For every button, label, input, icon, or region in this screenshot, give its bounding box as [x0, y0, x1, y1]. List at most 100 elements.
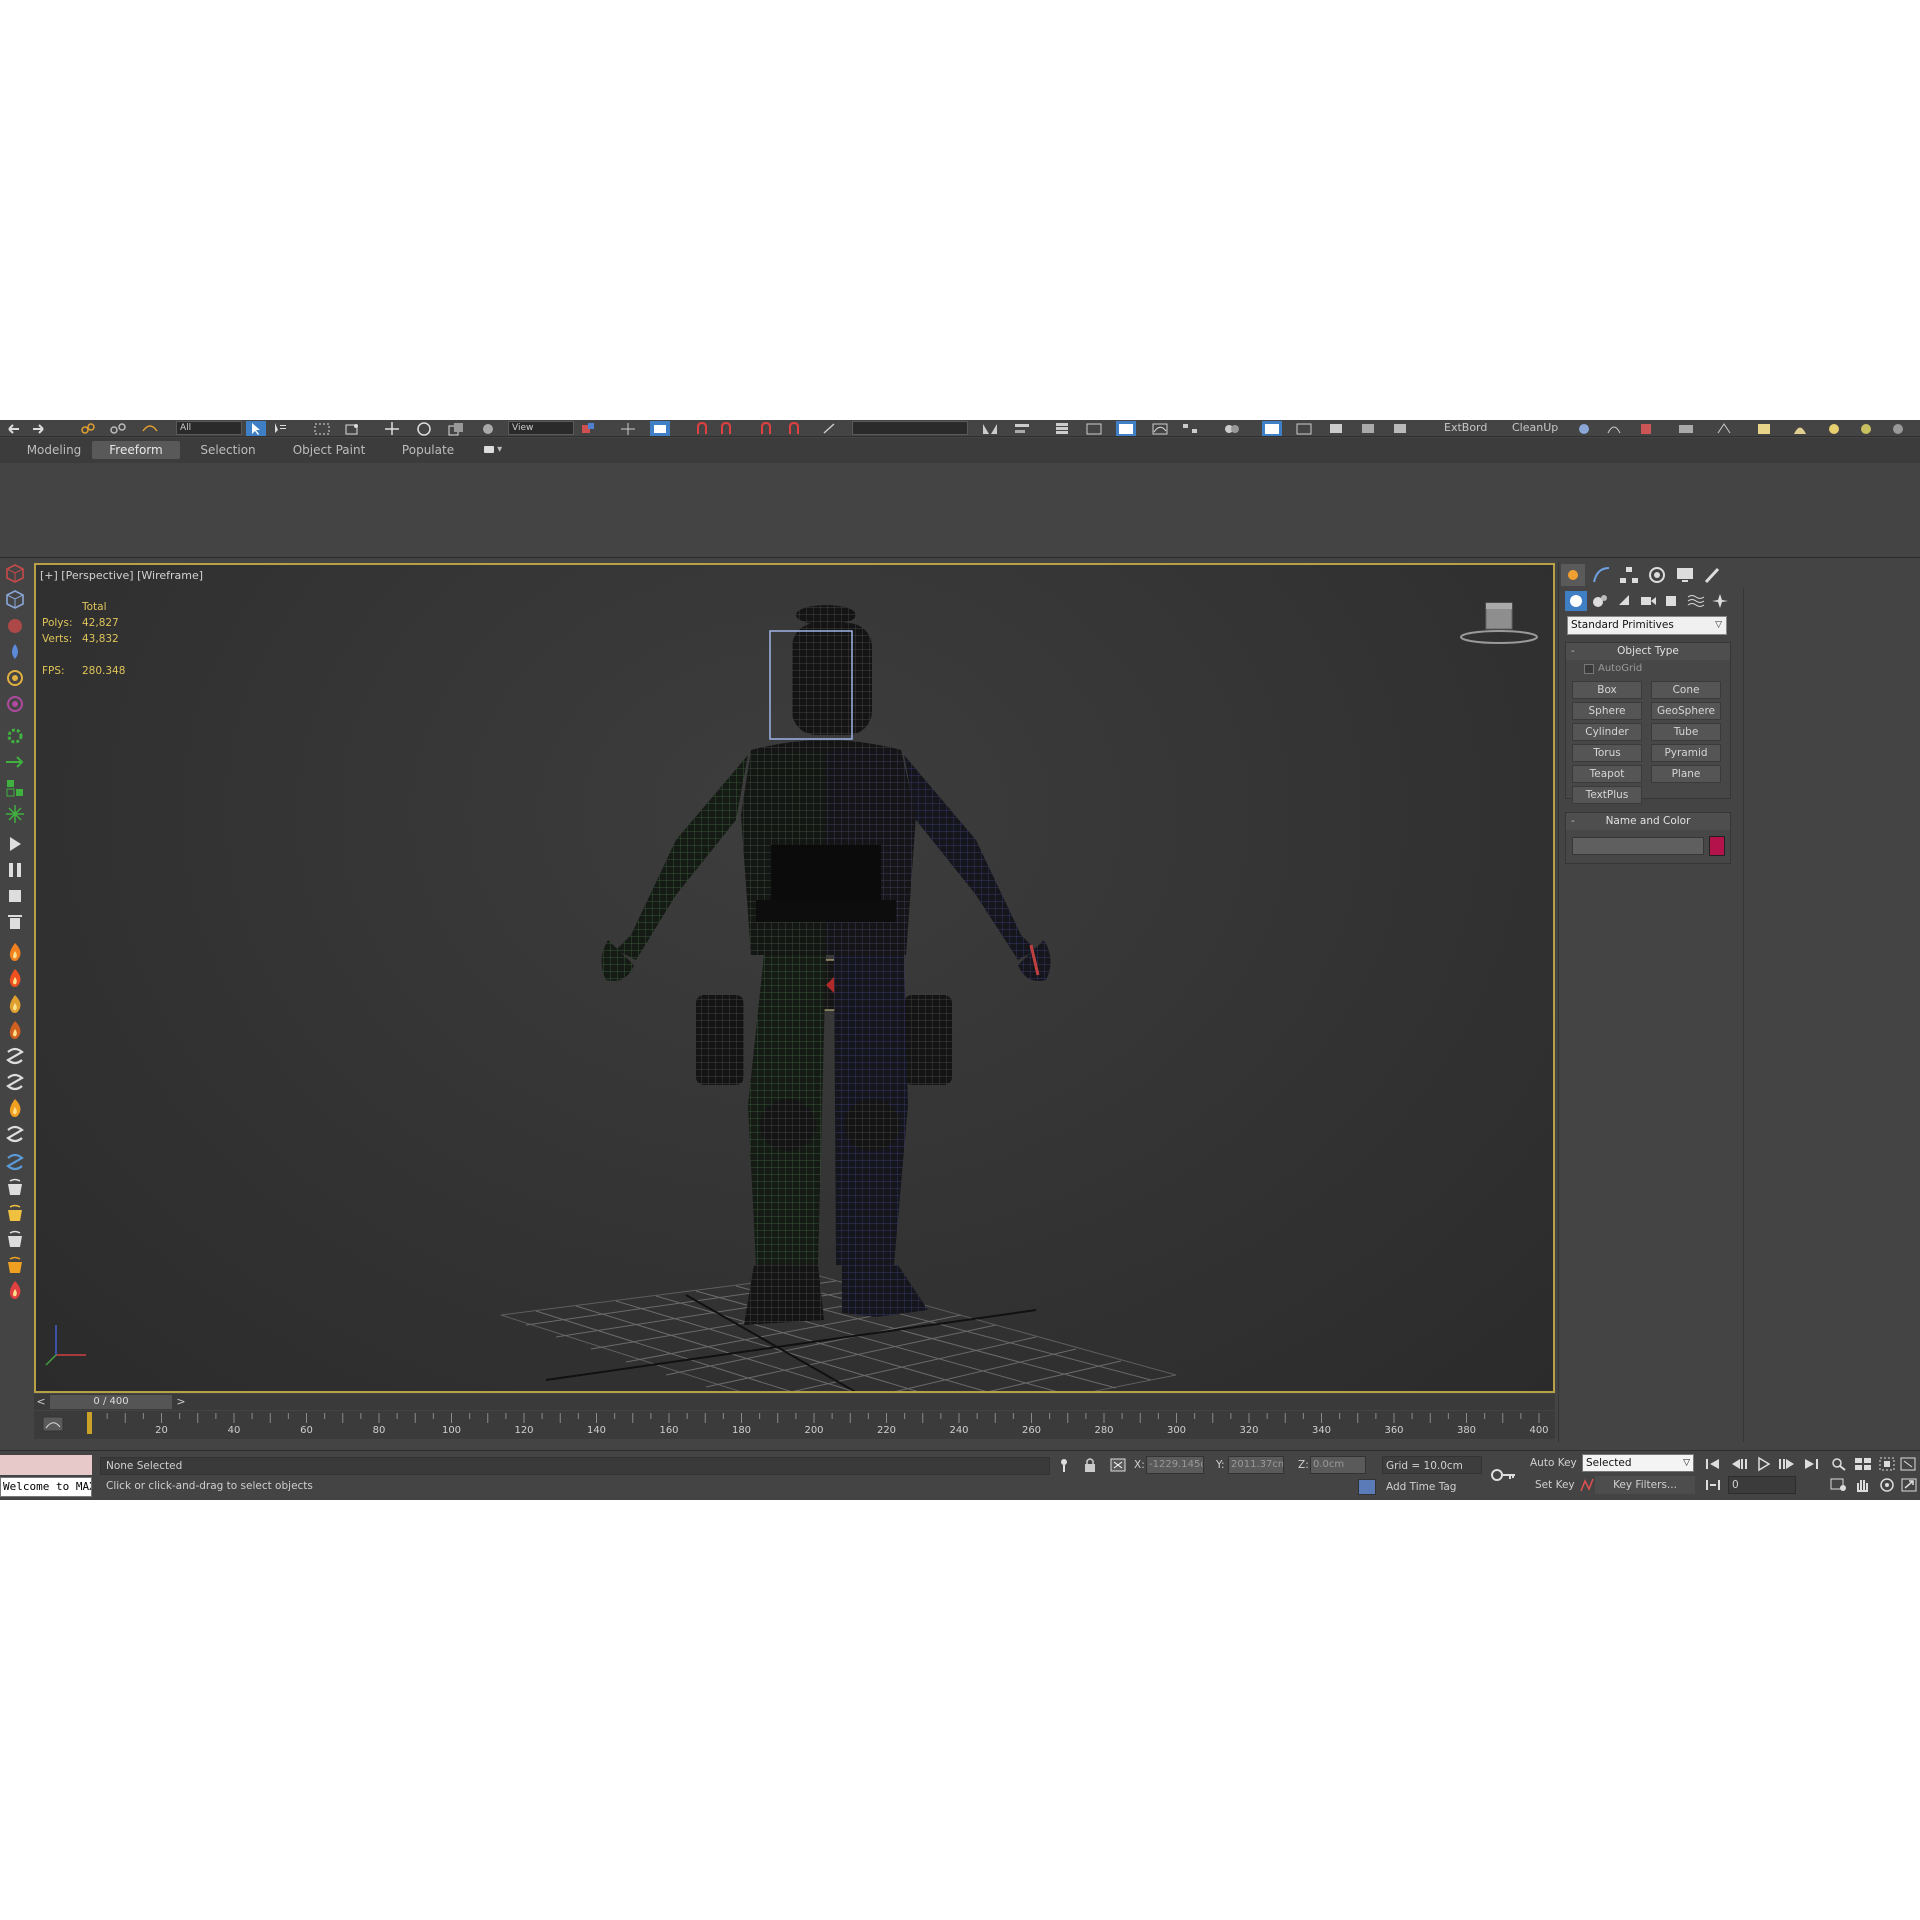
toggle-ribbon-icon[interactable] — [1116, 421, 1136, 436]
auto-key-button[interactable]: Auto Key — [1530, 1457, 1577, 1469]
previous-frame-icon[interactable] — [1728, 1455, 1750, 1473]
isolate-selection-icon[interactable] — [1054, 1456, 1074, 1474]
box-button[interactable]: Box — [1572, 681, 1642, 699]
tube-button[interactable]: Tube — [1651, 723, 1721, 741]
selection-filter-dropdown[interactable]: All — [176, 421, 242, 435]
angle-snap-icon[interactable] — [718, 421, 738, 436]
next-frame-icon[interactable] — [1776, 1455, 1798, 1473]
object-name-field[interactable] — [1572, 837, 1704, 855]
display-tab-icon[interactable] — [1673, 564, 1697, 586]
shapes-icon[interactable] — [1589, 591, 1611, 611]
name-and-color-rollout-header[interactable]: - Name and Color — [1566, 813, 1730, 830]
left-toolbar-flame-icon[interactable] — [3, 966, 27, 990]
viewcube-icon[interactable] — [1459, 599, 1539, 649]
key-filters-button[interactable]: Key Filters... — [1595, 1476, 1695, 1494]
keyboard-shortcut-override-icon[interactable] — [650, 421, 670, 436]
object-category-dropdown[interactable]: Standard Primitives ▽ — [1567, 616, 1727, 635]
rendered-frame-window-icon[interactable] — [1294, 421, 1314, 436]
script-tool-7-icon[interactable] — [1790, 421, 1810, 436]
torus-button[interactable]: Torus — [1572, 744, 1642, 762]
pivot-center-icon[interactable] — [578, 421, 598, 436]
left-toolbar-arrow-icon[interactable] — [3, 750, 27, 774]
render-production-icon[interactable] — [1326, 421, 1346, 436]
left-toolbar-flame-icon[interactable] — [3, 940, 27, 964]
pan-view-icon[interactable] — [1852, 1476, 1874, 1494]
left-toolbar-swirl-icon[interactable] — [3, 1044, 27, 1068]
cone-button[interactable]: Cone — [1651, 681, 1721, 699]
align-icon[interactable] — [1012, 421, 1032, 436]
go-to-end-icon[interactable] — [1800, 1455, 1822, 1473]
reference-coord-dropdown[interactable]: View — [508, 421, 574, 435]
left-toolbar-ring-icon[interactable] — [3, 692, 27, 716]
rectangular-selection-icon[interactable] — [312, 421, 332, 436]
cylinder-button[interactable]: Cylinder — [1572, 723, 1642, 741]
teapot-button[interactable]: Teapot — [1572, 765, 1642, 783]
object-color-swatch[interactable] — [1709, 836, 1725, 856]
left-toolbar-stop-icon[interactable] — [3, 884, 27, 908]
left-toolbar-star-icon[interactable] — [3, 802, 27, 826]
tab-object-paint[interactable]: Object Paint — [284, 441, 374, 459]
link-icon[interactable] — [78, 421, 98, 436]
time-tag-icon[interactable] — [1358, 1479, 1376, 1495]
autogrid-checkbox[interactable]: AutoGrid — [1584, 663, 1642, 674]
time-slider-next-button[interactable]: > — [174, 1394, 188, 1410]
zoom-region-icon[interactable] — [1828, 1476, 1850, 1494]
x-coord-field[interactable]: -1229.145cm — [1146, 1456, 1204, 1474]
left-toolbar-swirl-icon[interactable] — [3, 1070, 27, 1094]
open-mini-curve-editor-icon[interactable] — [42, 1415, 64, 1433]
left-toolbar-swirl-icon[interactable] — [3, 1150, 27, 1174]
add-time-tag-button[interactable]: Add Time Tag — [1386, 1481, 1456, 1493]
zoom-extents-icon[interactable] — [1876, 1455, 1898, 1473]
left-toolbar-flame-icon[interactable] — [3, 1096, 27, 1120]
left-toolbar-cup-icon[interactable] — [3, 1254, 27, 1278]
sphere-button[interactable]: Sphere — [1572, 702, 1642, 720]
go-to-start-icon[interactable] — [1702, 1455, 1724, 1473]
hierarchy-tab-icon[interactable] — [1617, 564, 1641, 586]
tab-modeling[interactable]: Modeling — [18, 441, 90, 459]
left-toolbar-swirl-icon[interactable] — [3, 1122, 27, 1146]
script-tool-8-icon[interactable] — [1824, 421, 1844, 436]
ribbon-options-button[interactable]: ▾ — [478, 441, 508, 459]
time-slider-thumb[interactable]: 0 / 400 — [50, 1395, 172, 1409]
material-editor-icon[interactable] — [1222, 421, 1242, 436]
script-tool-3-icon[interactable] — [1636, 421, 1656, 436]
layer-manager-icon[interactable] — [1052, 421, 1072, 436]
maximize-viewport-icon[interactable] — [1898, 1476, 1920, 1494]
create-tab-icon[interactable] — [1561, 564, 1585, 586]
play-icon[interactable] — [1752, 1455, 1774, 1473]
left-toolbar-cup-icon[interactable] — [3, 1228, 27, 1252]
key-mode-toggle-icon[interactable] — [1702, 1476, 1724, 1494]
render-setup-icon[interactable] — [1262, 421, 1282, 436]
textplus-button[interactable]: TextPlus — [1572, 786, 1642, 804]
cameras-icon[interactable] — [1637, 591, 1659, 611]
percent-snap-icon[interactable] — [758, 421, 778, 436]
checkbox-icon[interactable] — [1584, 664, 1594, 674]
left-toolbar-flame-icon[interactable] — [3, 992, 27, 1016]
trackbar-ruler[interactable]: 20 40 60 80 100 120 140 160 180 200 220 240 260 280 30… — [84, 1411, 1549, 1439]
spinner-snap-icon[interactable] — [786, 421, 806, 436]
absolute-mode-transform-icon[interactable] — [1108, 1456, 1128, 1474]
perspective-viewport[interactable]: [+] [Perspective] [Wireframe] Total Poly… — [34, 563, 1555, 1393]
window-crossing-icon[interactable] — [342, 421, 362, 436]
zoom-extents-all-icon[interactable] — [1898, 1455, 1920, 1473]
unlink-icon[interactable] — [108, 421, 128, 436]
default-in-out-tangent-icon[interactable] — [1580, 1477, 1594, 1493]
curve-editor-icon[interactable] — [1150, 421, 1170, 436]
script-tool-5-icon[interactable] — [1714, 421, 1734, 436]
current-frame-field[interactable]: 0 — [1728, 1476, 1796, 1494]
y-coord-field[interactable]: 2011.37cm — [1228, 1456, 1284, 1474]
script-tool-9-icon[interactable] — [1856, 421, 1876, 436]
schematic-view-icon[interactable] — [1180, 421, 1200, 436]
z-coord-field[interactable]: 0.0cm — [1310, 1456, 1366, 1474]
select-by-name-icon[interactable] — [268, 421, 288, 436]
space-warps-icon[interactable] — [1685, 591, 1707, 611]
left-toolbar-grid-icon[interactable] — [3, 776, 27, 800]
plane-button[interactable]: Plane — [1651, 765, 1721, 783]
set-key-icon[interactable] — [1488, 1463, 1518, 1487]
left-toolbar-cup-icon[interactable] — [3, 1176, 27, 1200]
lock-selection-icon[interactable] — [1080, 1456, 1100, 1474]
key-selection-set-dropdown[interactable]: Selected ▽ — [1582, 1454, 1694, 1472]
left-toolbar-ring-icon[interactable] — [3, 666, 27, 690]
extbord-button[interactable]: ExtBord — [1444, 421, 1487, 435]
modify-tab-icon[interactable] — [1589, 564, 1613, 586]
